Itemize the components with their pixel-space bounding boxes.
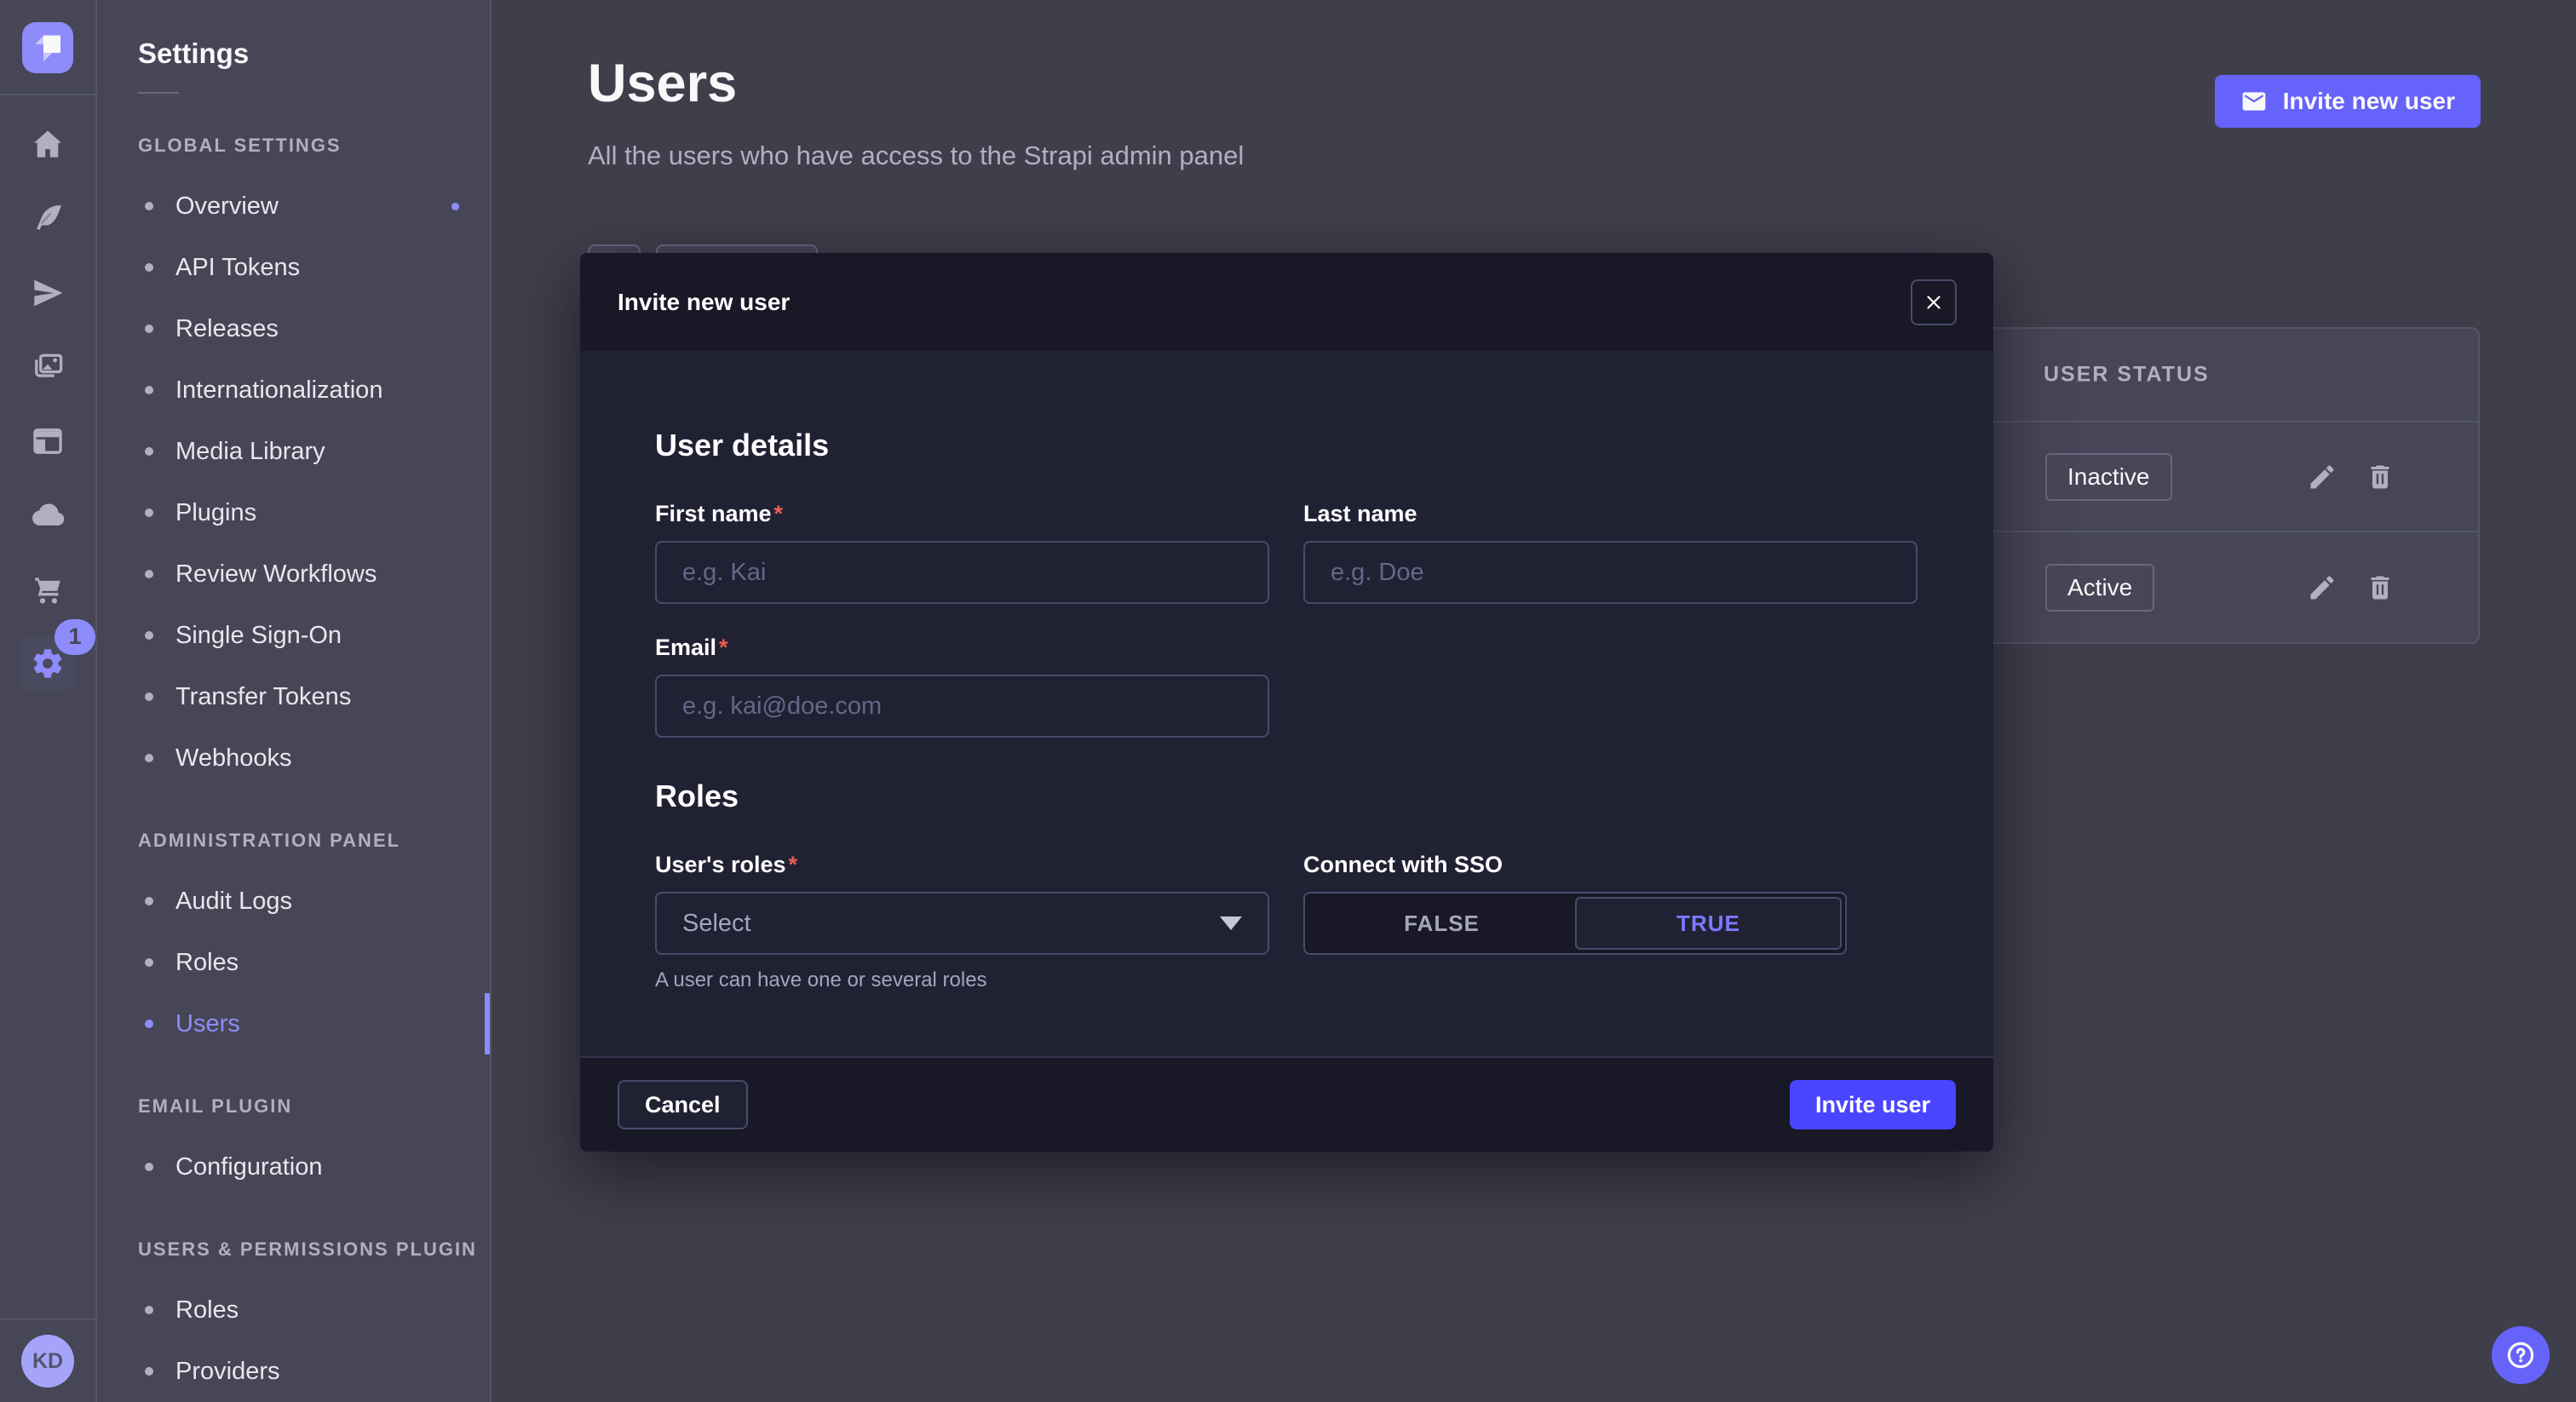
roles-select[interactable]: Select <box>655 892 1269 955</box>
required-asterisk: * <box>719 635 728 660</box>
first-name-label: First name* <box>655 501 1269 527</box>
cancel-button[interactable]: Cancel <box>618 1080 748 1129</box>
email-field-group: Email* <box>655 635 1269 738</box>
sso-false-option[interactable]: FALSE <box>1308 897 1575 950</box>
invite-user-modal: Invite new user User details First name*… <box>580 253 1993 1152</box>
modal-footer: Cancel Invite user <box>580 1056 1993 1152</box>
modal-title: Invite new user <box>618 289 790 316</box>
last-name-field-group: Last name <box>1303 501 1918 604</box>
sso-field-group: Connect with SSO FALSE TRUE <box>1303 852 1918 992</box>
roles-label: User's roles* <box>655 852 1269 878</box>
close-icon <box>1923 291 1945 313</box>
roles-field-group: User's roles* Select A user can have one… <box>655 852 1269 992</box>
roles-heading: Roles <box>655 779 1918 814</box>
sso-label: Connect with SSO <box>1303 852 1918 878</box>
user-details-heading: User details <box>655 351 1918 463</box>
chevron-down-icon <box>1220 916 1242 930</box>
first-name-field-group: First name* <box>655 501 1269 604</box>
last-name-label: Last name <box>1303 501 1918 527</box>
email-label: Email* <box>655 635 1269 661</box>
modal-body: User details First name* Last name Email… <box>580 351 1993 1056</box>
first-name-input[interactable] <box>655 541 1269 604</box>
roles-select-value: Select <box>682 910 751 938</box>
email-input[interactable] <box>655 675 1269 738</box>
close-modal-button[interactable] <box>1911 279 1957 325</box>
invite-user-submit-button[interactable]: Invite user <box>1790 1080 1956 1129</box>
required-asterisk: * <box>789 852 798 877</box>
last-name-input[interactable] <box>1303 541 1918 604</box>
sso-true-option[interactable]: TRUE <box>1575 897 1842 950</box>
roles-hint: A user can have one or several roles <box>655 968 1269 992</box>
required-asterisk: * <box>774 501 784 526</box>
modal-header: Invite new user <box>580 253 1993 351</box>
sso-toggle: FALSE TRUE <box>1303 892 1847 955</box>
